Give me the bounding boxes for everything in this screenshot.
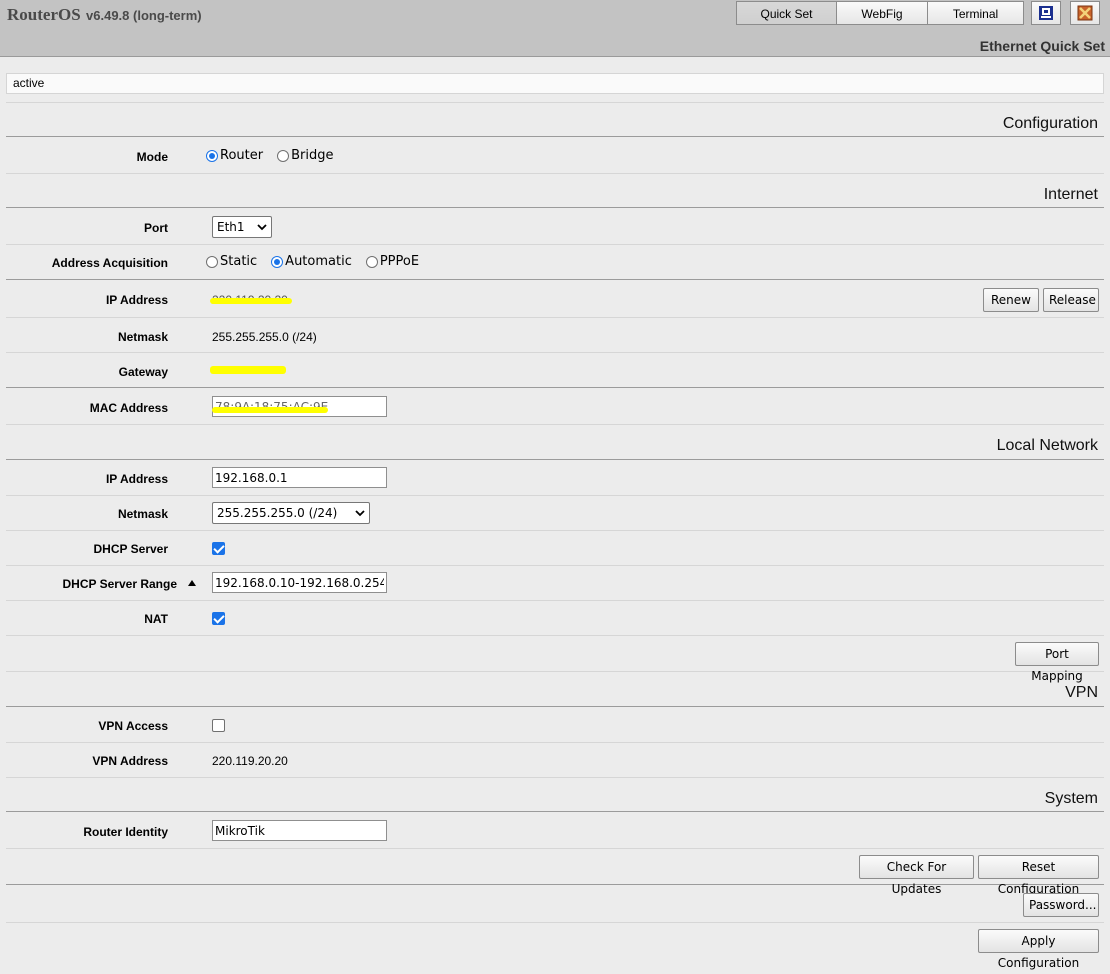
acq-pppoe-label: PPPoE xyxy=(379,254,420,269)
router-identity-input[interactable] xyxy=(212,820,387,841)
reset-configuration-button[interactable]: Reset Configuration xyxy=(978,855,1099,896)
check-for-updates-button[interactable]: Check For Updates xyxy=(859,855,974,896)
acq-automatic-radio[interactable] xyxy=(271,255,284,268)
divider xyxy=(6,94,1104,103)
mode-label: Mode xyxy=(136,150,168,164)
mode-bridge-label: Bridge xyxy=(291,148,334,163)
page-subtitle: Ethernet Quick Set xyxy=(979,38,1105,54)
port-mapping-row: Port Mapping xyxy=(6,636,1104,683)
dhcp-range-input[interactable] xyxy=(212,572,387,593)
acquisition-radio-group: Static Automatic PPPoE xyxy=(206,254,433,269)
lan-ip-row: IP Address xyxy=(6,460,1104,496)
port-label: Port xyxy=(144,221,168,235)
vpn-access-row: VPN Access xyxy=(6,707,1104,743)
apply-configuration-button[interactable]: Apply Configuration xyxy=(978,929,1099,970)
logout-icon xyxy=(1077,5,1093,21)
wan-ip-label: IP Address xyxy=(105,293,168,307)
password-row: Password... xyxy=(6,885,1104,923)
acq-static-option[interactable]: Static xyxy=(206,254,257,269)
tab-webfig[interactable]: WebFig xyxy=(836,1,928,25)
mode-router-radio[interactable] xyxy=(206,149,218,162)
dhcp-server-row: DHCP Server xyxy=(6,531,1104,566)
logout-icon-button[interactable] xyxy=(1070,1,1100,25)
vpn-address-row: VPN Address 220.119.20.20 xyxy=(6,743,1104,778)
port-mapping-button[interactable]: Port Mapping xyxy=(1015,642,1099,683)
lan-netmask-label: Netmask xyxy=(117,507,168,521)
nat-row: NAT xyxy=(6,601,1104,636)
router-identity-row: Router Identity xyxy=(6,812,1104,849)
design-icon xyxy=(1039,6,1053,20)
mac-row: MAC Address xyxy=(6,388,1104,425)
lan-ip-input[interactable] xyxy=(212,467,387,488)
acq-automatic-option[interactable]: Automatic xyxy=(271,254,352,269)
release-button[interactable]: Release xyxy=(1043,288,1099,312)
brand: RouterOS v6.49.8 (long-term) xyxy=(7,5,202,25)
chevron-down-icon xyxy=(355,510,365,517)
password-button[interactable]: Password... xyxy=(1023,893,1099,917)
mode-tabs: Quick Set WebFig Terminal xyxy=(736,1,1024,27)
wan-netmask-value: 255.255.255.0 (/24) xyxy=(212,330,317,344)
section-local-network: Local Network xyxy=(6,437,1104,460)
vpn-address-label: VPN Address xyxy=(92,754,168,768)
redaction-highlight xyxy=(210,298,292,304)
mode-bridge-radio[interactable] xyxy=(277,149,290,162)
dhcp-server-checkbox[interactable] xyxy=(212,542,225,555)
vpn-access-label: VPN Access xyxy=(98,719,168,733)
acquisition-row: Address Acquisition Static Automatic PPP… xyxy=(6,245,1104,280)
section-internet: Internet xyxy=(6,186,1104,208)
nat-checkbox[interactable] xyxy=(212,612,225,625)
section-vpn: VPN xyxy=(6,684,1104,707)
nat-label: NAT xyxy=(144,612,168,626)
wan-netmask-label: Netmask xyxy=(117,330,168,344)
top-bar: RouterOS v6.49.8 (long-term) Quick Set W… xyxy=(0,0,1110,57)
mode-router-option[interactable]: Router xyxy=(206,148,263,163)
triangle-up-icon[interactable] xyxy=(188,580,196,586)
port-select-value: Eth1 xyxy=(217,220,245,234)
mode-row: Mode Router Bridge xyxy=(6,137,1104,174)
chevron-down-icon xyxy=(257,224,267,231)
version-label: v6.49.8 (long-term) xyxy=(86,8,202,23)
dhcp-range-label: DHCP Server Range xyxy=(62,577,178,591)
wan-netmask-row: Netmask 255.255.255.0 (/24) xyxy=(6,318,1104,353)
design-skin-icon-button[interactable] xyxy=(1031,1,1061,25)
lan-netmask-row: Netmask 255.255.255.0 (/24) xyxy=(6,496,1104,531)
port-row: Port Eth1 xyxy=(6,208,1104,245)
mode-bridge-option[interactable]: Bridge xyxy=(277,148,333,163)
redaction-highlight xyxy=(210,366,286,374)
lan-netmask-select[interactable]: 255.255.255.0 (/24) xyxy=(212,502,370,524)
mode-radio-group: Router Bridge xyxy=(206,148,347,163)
gateway-label: Gateway xyxy=(118,365,168,379)
vpn-address-value: 220.119.20.20 xyxy=(212,754,288,768)
gateway-row: Gateway ··· ·· ·· xyxy=(6,353,1104,388)
acq-static-radio[interactable] xyxy=(206,255,218,268)
status-bar: active xyxy=(6,73,1104,94)
router-identity-label: Router Identity xyxy=(83,825,168,839)
tab-terminal[interactable]: Terminal xyxy=(927,1,1024,25)
mode-router-label: Router xyxy=(220,148,264,163)
acq-pppoe-option[interactable]: PPPoE xyxy=(365,254,420,269)
section-system: System xyxy=(6,790,1104,812)
dhcp-server-label: DHCP Server xyxy=(93,542,168,556)
acq-automatic-label: Automatic xyxy=(285,254,352,269)
acq-pppoe-radio[interactable] xyxy=(365,255,378,268)
acq-static-label: Static xyxy=(220,254,258,269)
lan-netmask-select-value: 255.255.255.0 (/24) xyxy=(217,506,338,520)
vpn-access-checkbox[interactable] xyxy=(212,719,225,732)
lan-ip-label: IP Address xyxy=(105,472,168,486)
wan-ip-row: IP Address 220.119.20.20 Renew Release xyxy=(6,280,1104,318)
port-select[interactable]: Eth1 xyxy=(212,216,272,238)
mac-label: MAC Address xyxy=(89,401,168,415)
renew-button[interactable]: Renew xyxy=(983,288,1039,312)
acquisition-label: Address Acquisition xyxy=(51,256,168,270)
section-configuration: Configuration xyxy=(6,115,1104,137)
dhcp-range-row: DHCP Server Range xyxy=(6,566,1104,601)
brand-name: RouterOS xyxy=(7,5,81,24)
system-actions-row: Check For Updates Reset Configuration xyxy=(6,849,1104,896)
tab-quick-set[interactable]: Quick Set xyxy=(736,1,837,25)
redaction-highlight xyxy=(212,407,328,413)
